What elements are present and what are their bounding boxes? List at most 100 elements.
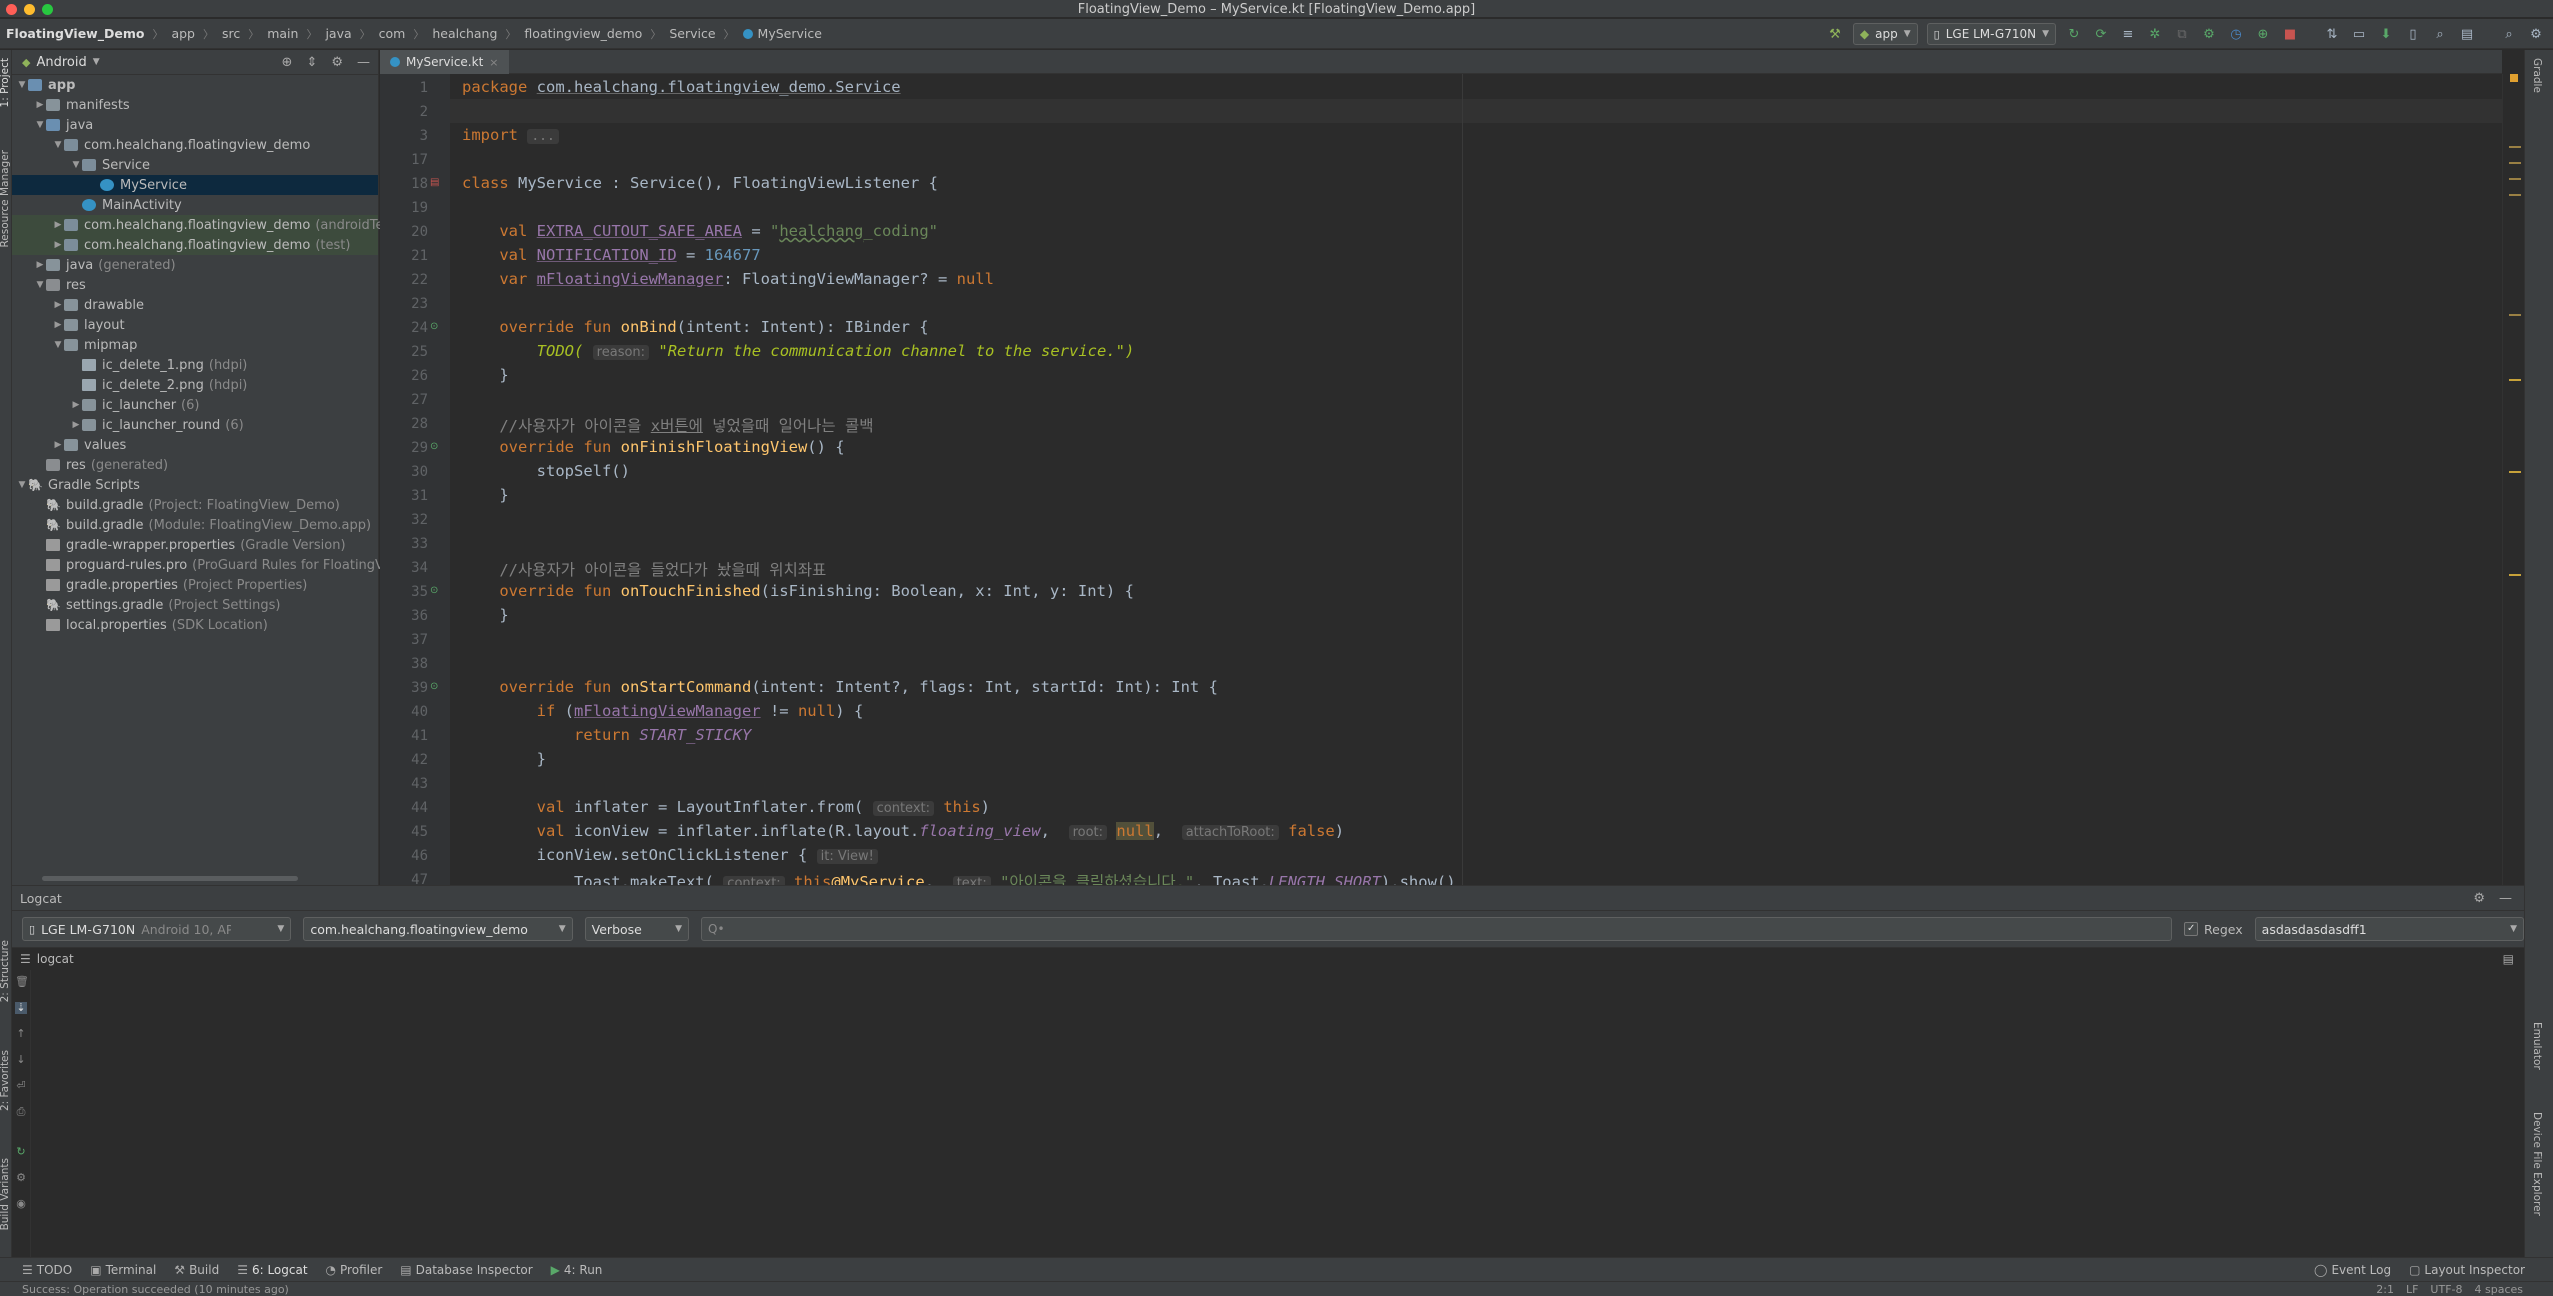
stop-icon[interactable]: ■ (2281, 25, 2299, 43)
debug-icon[interactable]: ✲ (2146, 25, 2164, 43)
tree-item[interactable]: ▶values (12, 435, 378, 455)
tree-item[interactable]: gradle-wrapper.properties(Gradle Version… (12, 535, 378, 555)
tree-item[interactable]: 🐘build.gradle(Project: FloatingView_Demo… (12, 495, 378, 515)
breadcrumb-item[interactable]: com (379, 26, 406, 41)
tree-item[interactable]: ▶layout (12, 315, 378, 335)
logcat-filter-config-select[interactable]: asdasdasdasdff1 ▼ (2255, 917, 2524, 941)
breadcrumb-item[interactable]: src (222, 26, 240, 41)
tool-tab[interactable]: ◯Event Log (2314, 1263, 2391, 1277)
regex-checkbox[interactable]: ✓ (2184, 922, 2198, 936)
tool-tab[interactable]: ▶4: Run (551, 1263, 603, 1277)
avd-manager-icon[interactable]: ▭ (2350, 25, 2368, 43)
device-manager-icon[interactable]: ▯ (2404, 25, 2422, 43)
tree-item[interactable]: ▼res (12, 275, 378, 295)
override-gutter-icon[interactable]: ⊙ (430, 585, 438, 596)
tree-item[interactable]: local.properties(SDK Location) (12, 615, 378, 635)
logcat-process-select[interactable]: com.healchang.floatingview_demo ▼ (303, 917, 572, 941)
collapsed-arrow-icon[interactable]: ▶ (52, 320, 64, 330)
profile-icon[interactable]: ◷ (2227, 25, 2245, 43)
expanded-arrow-icon[interactable]: ▼ (16, 80, 28, 90)
run-config-select[interactable]: ◆ app ▼ (1853, 23, 1918, 45)
tool-tab[interactable]: ⚒Build (174, 1263, 219, 1277)
breadcrumb-item[interactable]: java (325, 26, 351, 41)
logcat-search-input[interactable]: Q• (701, 917, 2172, 941)
settings-icon[interactable]: ⚙ (2527, 25, 2545, 43)
collapsed-arrow-icon[interactable]: ▶ (34, 260, 46, 270)
expanded-arrow-icon[interactable]: ▼ (52, 340, 64, 350)
breadcrumb-item[interactable]: MyService (758, 26, 822, 41)
indent-setting[interactable]: 4 spaces (2475, 1283, 2524, 1296)
tool-tab[interactable]: ▤Database Inspector (400, 1263, 532, 1277)
close-icon[interactable]: × (489, 56, 498, 69)
tree-item[interactable]: ▶ic_launcher(6) (12, 395, 378, 415)
expanded-arrow-icon[interactable]: ▼ (52, 140, 64, 150)
warning-indicator-icon[interactable] (2510, 74, 2518, 82)
file-encoding[interactable]: UTF-8 (2430, 1283, 2462, 1296)
tree-item[interactable]: gradle.properties(Project Properties) (12, 575, 378, 595)
tree-item[interactable]: res(generated) (12, 455, 378, 475)
tool-tab[interactable]: ☰TODO (22, 1263, 72, 1277)
tool-tab[interactable]: ☰6: Logcat (237, 1263, 307, 1277)
hide-panel-icon[interactable]: — (2499, 891, 2512, 906)
tool-tab-gradle[interactable]: Gradle (2531, 58, 2543, 93)
collapsed-arrow-icon[interactable]: ▶ (52, 440, 64, 450)
tree-item[interactable]: MyService (12, 175, 378, 195)
hammer-build-icon[interactable]: ⚒ (1826, 25, 1844, 43)
tree-item[interactable]: ▼com.healchang.floatingview_demo (12, 135, 378, 155)
camera-icon[interactable]: ◉ (15, 1198, 27, 1210)
layout-inspector-icon[interactable]: ⌕ (2431, 25, 2449, 43)
collapsed-arrow-icon[interactable]: ▶ (52, 220, 64, 230)
code-editor[interactable]: package com.healchang.floatingview_demo.… (450, 74, 2502, 885)
assistant-icon[interactable]: ▤ (2458, 25, 2476, 43)
locate-icon[interactable]: ⊕ (282, 55, 293, 70)
warning-mark[interactable] (2509, 178, 2521, 180)
tree-item[interactable]: ▶ic_launcher_round(6) (12, 415, 378, 435)
tool-tab-device-file-explorer[interactable]: Device File Explorer (2531, 1112, 2543, 1216)
tool-tab[interactable]: ▢Layout Inspector (2409, 1263, 2525, 1277)
tree-item[interactable]: ▼java (12, 115, 378, 135)
class-gutter-icon[interactable]: ▤ (430, 177, 439, 188)
run-with-coverage-icon[interactable]: ⚙ (2200, 25, 2218, 43)
down-arrow-icon[interactable]: ↓ (15, 1054, 27, 1066)
logcat-level-select[interactable]: Verbose ▼ (585, 917, 689, 941)
apply-changes-icon[interactable]: ⟳ (2092, 25, 2110, 43)
tool-tab-favorites[interactable]: 2: Favorites (0, 1050, 11, 1111)
collapse-all-icon[interactable]: ⇕ (306, 55, 317, 70)
tree-item[interactable]: ▼mipmap (12, 335, 378, 355)
editor-tab-myservice[interactable]: MyService.kt × (380, 50, 509, 77)
tool-tab-build-variants[interactable]: Build Variants (0, 1158, 11, 1230)
attach-debugger-icon[interactable]: ⧉ (2173, 25, 2191, 43)
breadcrumb-item[interactable]: healchang (432, 26, 497, 41)
tree-item[interactable]: ▼🐘Gradle Scripts (12, 475, 378, 495)
tree-item[interactable]: ▼app (12, 75, 378, 95)
tool-tab-project[interactable]: 1: Project (0, 58, 11, 107)
expanded-arrow-icon[interactable]: ▼ (16, 480, 28, 490)
breadcrumb-item[interactable]: floatingview_demo (524, 26, 642, 41)
device-select[interactable]: ▯ LGE LM-G710N ▼ (1927, 23, 2056, 45)
override-gutter-icon[interactable]: ⊙ (430, 321, 438, 332)
collapsed-arrow-icon[interactable]: ▶ (52, 300, 64, 310)
warning-mark[interactable] (2509, 574, 2521, 576)
tree-item[interactable]: 🐘build.gradle(Module: FloatingView_Demo.… (12, 515, 378, 535)
expanded-arrow-icon[interactable]: ▼ (70, 160, 82, 170)
tree-item[interactable]: ic_delete_2.png(hdpi) (12, 375, 378, 395)
up-arrow-icon[interactable]: ↑ (15, 1028, 27, 1040)
collapsed-arrow-icon[interactable]: ▶ (52, 240, 64, 250)
chevron-down-icon[interactable]: ▼ (93, 57, 100, 67)
breadcrumb-item[interactable]: main (267, 26, 298, 41)
print-icon[interactable]: ⎙ (15, 1106, 27, 1118)
breadcrumb-item[interactable]: Service (669, 26, 715, 41)
gear-icon[interactable]: ⚙ (2473, 891, 2485, 906)
tree-item[interactable]: ▶manifests (12, 95, 378, 115)
attach-process-icon[interactable]: ⊕ (2254, 25, 2272, 43)
tree-item[interactable]: MainActivity (12, 195, 378, 215)
warning-mark[interactable] (2509, 194, 2521, 196)
collapsed-arrow-icon[interactable]: ▶ (70, 400, 82, 410)
tree-item[interactable]: ▼Service (12, 155, 378, 175)
tree-item[interactable]: proguard-rules.pro(ProGuard Rules for Fl… (12, 555, 378, 575)
apply-code-changes-icon[interactable]: ≡ (2119, 25, 2137, 43)
tree-item[interactable]: ▶com.healchang.floatingview_demo(android… (12, 215, 378, 235)
tree-item[interactable]: ic_delete_1.png(hdpi) (12, 355, 378, 375)
sync-project-icon[interactable]: ⇅ (2323, 25, 2341, 43)
clear-logcat-icon[interactable]: 🗑 (15, 976, 27, 988)
